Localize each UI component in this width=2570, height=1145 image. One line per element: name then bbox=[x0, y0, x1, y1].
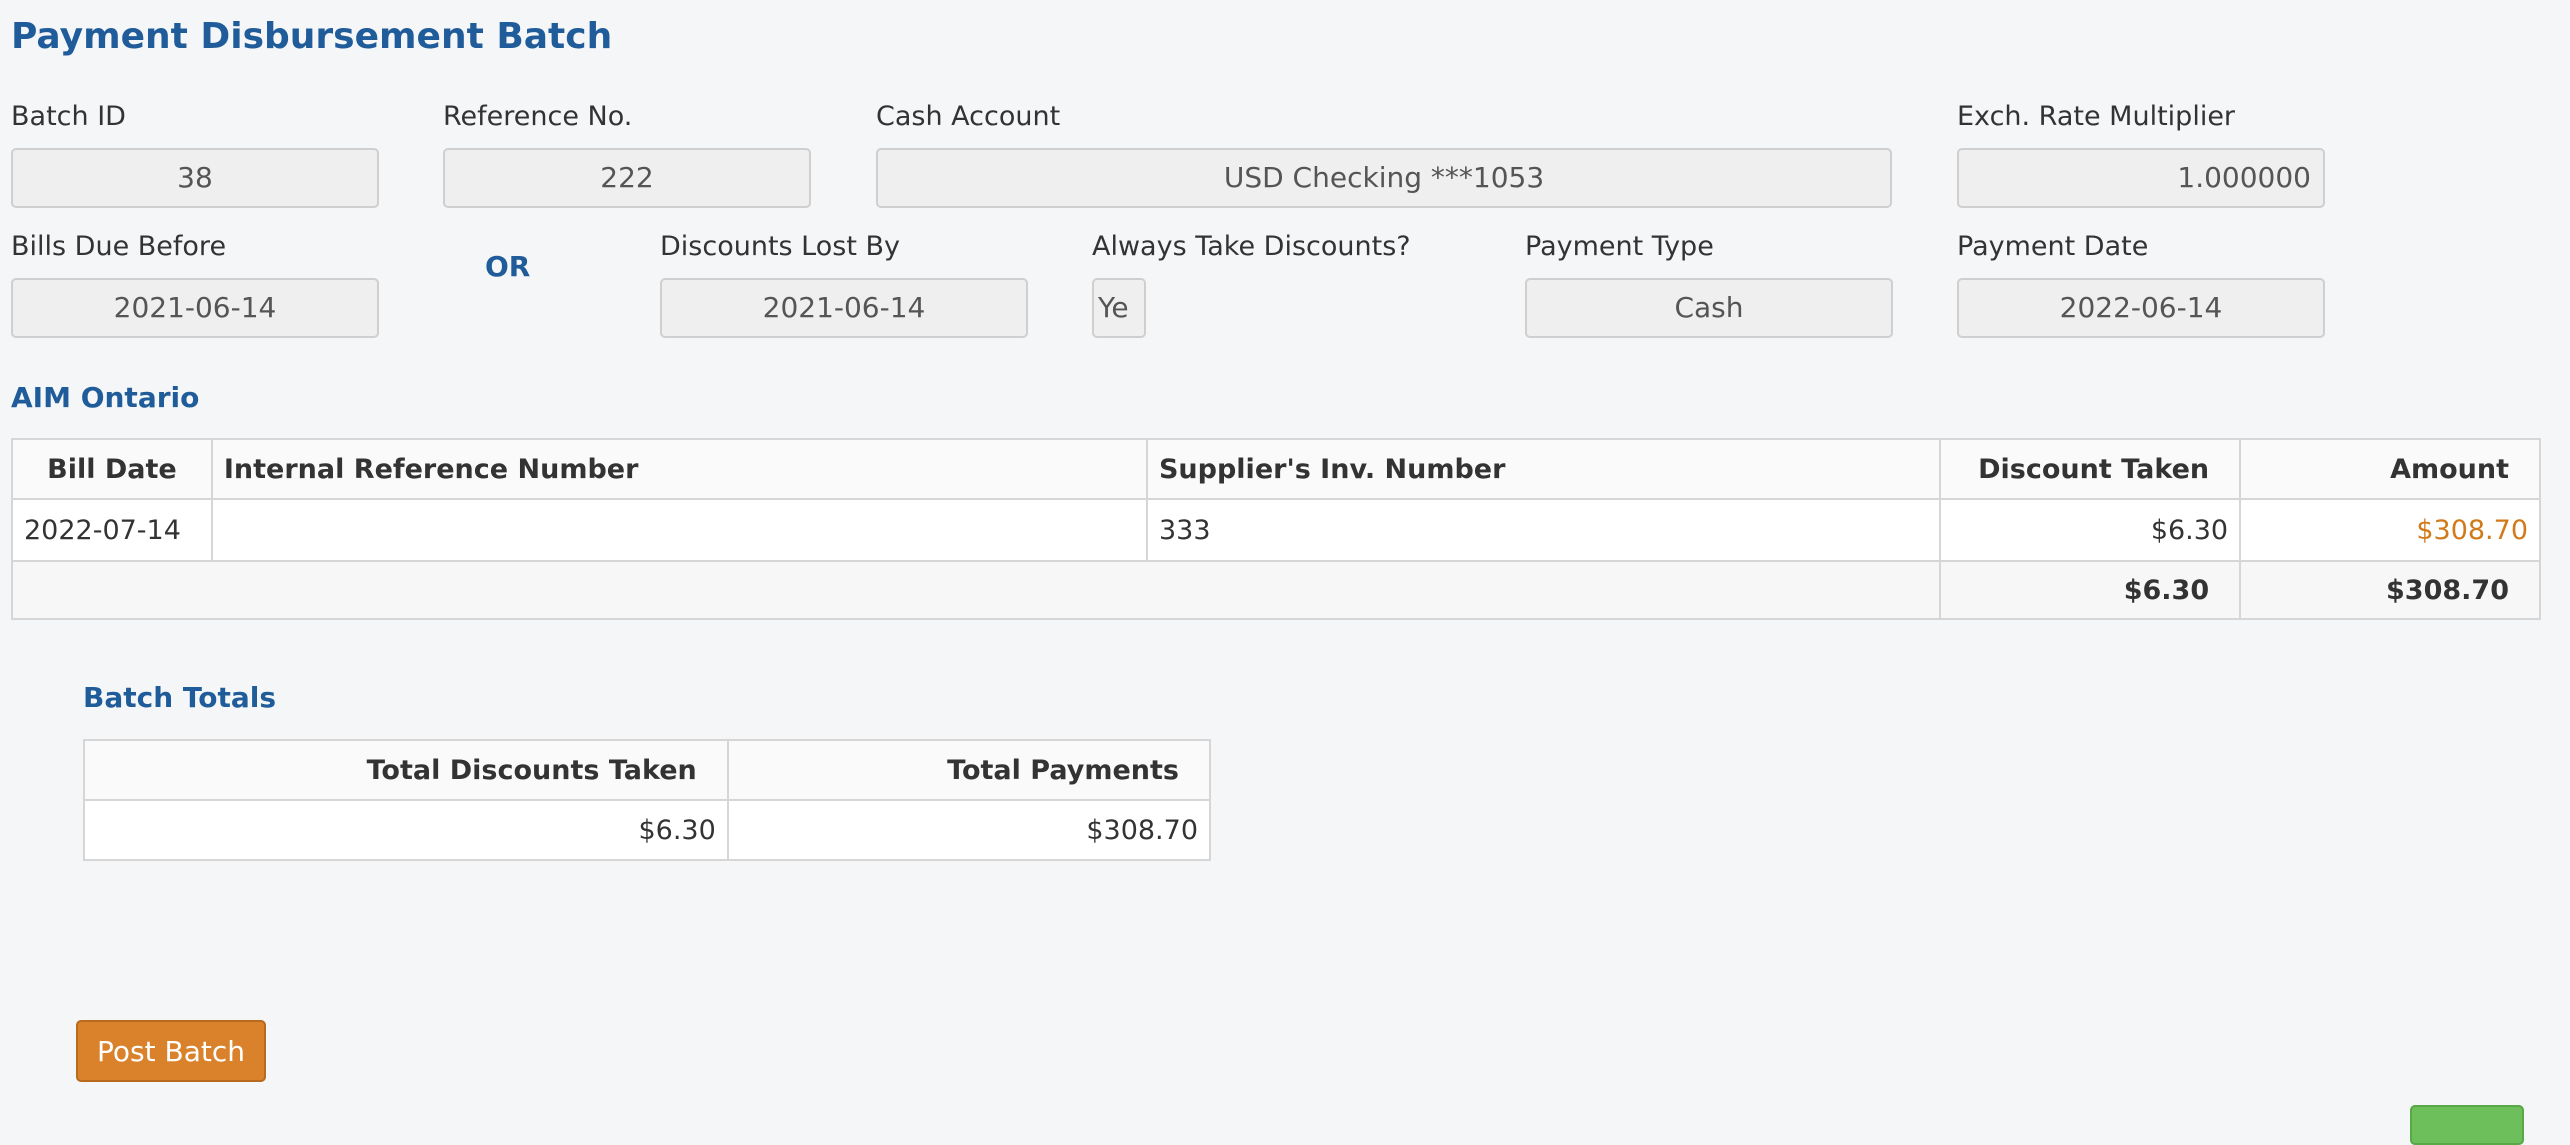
table-row: $6.30 $308.70 bbox=[83, 799, 1212, 861]
batch-totals-table: Total Discounts Taken Total Payments $6.… bbox=[83, 739, 1212, 861]
cash-account-field[interactable]: USD Checking ***1053 bbox=[876, 148, 1892, 208]
total-amount-cell: $308.70 bbox=[2239, 560, 2541, 620]
payment-type-label: Payment Type bbox=[1525, 231, 1714, 262]
supplier-inv-cell: 333 bbox=[1145, 498, 1942, 562]
total-payments-value: $308.70 bbox=[726, 799, 1212, 861]
col-total-discounts: Total Discounts Taken bbox=[83, 739, 729, 801]
post-batch-button[interactable]: Post Batch bbox=[76, 1020, 266, 1082]
col-supplier-inv: Supplier's Inv. Number bbox=[1145, 438, 1942, 500]
page-title: Payment Disbursement Batch bbox=[11, 16, 613, 57]
col-total-payments: Total Payments bbox=[726, 739, 1212, 801]
payment-date-label: Payment Date bbox=[1957, 231, 2149, 262]
table-row: 2022-07-14 333 $6.30 $308.70 bbox=[11, 498, 2541, 562]
amount-link[interactable]: $308.70 bbox=[2416, 515, 2528, 546]
bills-due-before-field[interactable]: 2021-06-14 bbox=[11, 278, 379, 338]
exch-rate-field[interactable]: 1.000000 bbox=[1957, 148, 2325, 208]
col-internal-ref: Internal Reference Number bbox=[210, 438, 1148, 500]
or-separator: OR bbox=[485, 250, 531, 283]
batch-totals-header: Total Discounts Taken Total Payments bbox=[83, 739, 1212, 801]
reference-no-label: Reference No. bbox=[443, 101, 633, 132]
always-take-discounts-field[interactable]: Ye bbox=[1092, 278, 1146, 338]
batch-id-label: Batch ID bbox=[11, 101, 126, 132]
discount-taken-cell: $6.30 bbox=[1939, 498, 2242, 562]
total-discounts-value: $6.30 bbox=[83, 799, 729, 861]
amount-cell: $308.70 bbox=[2239, 498, 2541, 562]
supplier-title: AIM Ontario bbox=[11, 381, 200, 414]
discounts-lost-by-field[interactable]: 2021-06-14 bbox=[660, 278, 1028, 338]
col-amount: Amount bbox=[2239, 438, 2541, 500]
bills-due-before-label: Bills Due Before bbox=[11, 231, 227, 262]
bills-table-header: Bill Date Internal Reference Number Supp… bbox=[11, 438, 2541, 500]
always-take-discounts-label: Always Take Discounts? bbox=[1092, 231, 1411, 262]
reference-no-field[interactable]: 222 bbox=[443, 148, 811, 208]
col-bill-date: Bill Date bbox=[11, 438, 213, 500]
bill-date-cell: 2022-07-14 bbox=[11, 498, 213, 562]
totals-row: $6.30 $308.70 bbox=[10, 560, 2541, 620]
total-discount-cell: $6.30 bbox=[1939, 560, 2242, 620]
batch-totals-title: Batch Totals bbox=[83, 681, 277, 714]
bills-table: Bill Date Internal Reference Number Supp… bbox=[10, 438, 2541, 620]
payment-type-field[interactable]: Cash bbox=[1525, 278, 1893, 338]
payment-date-field[interactable]: 2022-06-14 bbox=[1957, 278, 2325, 338]
col-discount-taken: Discount Taken bbox=[1939, 438, 2242, 500]
totals-spacer bbox=[10, 560, 1942, 620]
exch-rate-label: Exch. Rate Multiplier bbox=[1957, 101, 2236, 132]
green-action-button[interactable] bbox=[2410, 1105, 2524, 1145]
internal-ref-cell bbox=[210, 498, 1148, 562]
cash-account-label: Cash Account bbox=[876, 101, 1061, 132]
discounts-lost-by-label: Discounts Lost By bbox=[660, 231, 901, 262]
batch-id-field[interactable]: 38 bbox=[11, 148, 379, 208]
